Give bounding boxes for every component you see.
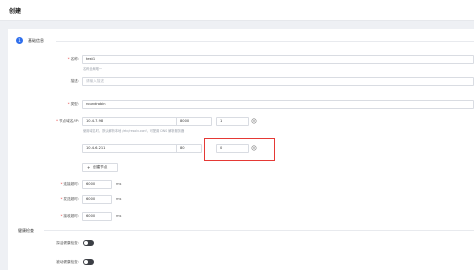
send-timeout-label: *发送超时: [60, 197, 79, 201]
page-title: 创建 [9, 8, 22, 15]
node-weight-input-2[interactable]: 0 [216, 144, 249, 153]
node-port-input-1[interactable]: 8000 [176, 117, 212, 126]
type-select[interactable]: roundrobin [82, 100, 474, 109]
name-hint: 名称全局唯一 [83, 67, 103, 71]
read-timeout-unit: ms [116, 214, 122, 218]
plus-icon: + [87, 165, 91, 170]
node-weight-input-1[interactable]: 1 [216, 117, 249, 126]
add-node-label: 创建节点 [93, 165, 108, 169]
name-row: *名称: [8, 55, 79, 64]
passive-check-row: 被动健康检查: [8, 258, 79, 267]
add-node-button[interactable]: + 创建节点 [82, 163, 118, 172]
desc-row: 描述: [8, 77, 79, 86]
name-label: *名称: [67, 57, 79, 61]
form-card: 1 基础信息 *名称: test1 名称全局唯一 描述: 请输入描述 *类型: … [8, 29, 474, 270]
page-header: 创建 [0, 0, 474, 21]
read-timeout-input[interactable]: 6000 [82, 212, 112, 221]
desc-label: 描述: [70, 79, 79, 83]
health-check-title: 健康检查 [18, 228, 34, 233]
connect-timeout-unit: ms [116, 182, 122, 186]
read-timeout-row: *接收超时: [8, 212, 79, 221]
node-remove-icon-1[interactable] [251, 118, 257, 124]
send-timeout-row: *发送超时: [8, 195, 79, 204]
section-divider [56, 41, 474, 42]
node-port-input-2[interactable]: 80 [176, 144, 202, 153]
nodes-label: *节点域名/IP: [56, 119, 79, 123]
read-timeout-label: *接收超时: [60, 214, 79, 218]
node-host-input-1[interactable]: 10.4.7.98 [82, 117, 182, 126]
health-divider [44, 230, 474, 231]
type-row: *类型: [8, 100, 79, 109]
node-host-input-2[interactable]: 10.4.6.211 [82, 144, 182, 153]
desc-input[interactable]: 请输入描述 [82, 77, 474, 86]
connect-timeout-label: *连接超时: [60, 182, 79, 186]
send-timeout-unit: ms [116, 197, 122, 201]
connect-timeout-row: *连接超时: [8, 180, 79, 189]
passive-check-label: 被动健康检查: [56, 260, 79, 264]
node-remove-icon-2[interactable] [251, 145, 257, 151]
active-check-row: 探活健康检查: [8, 239, 79, 248]
nodes-row: *节点域名/IP: [8, 117, 79, 126]
active-check-label: 探活健康检查: [56, 241, 79, 245]
name-input[interactable]: test1 [82, 55, 474, 64]
connect-timeout-input[interactable]: 6000 [82, 180, 112, 189]
passive-check-toggle[interactable] [83, 259, 94, 265]
nodes-hint: 使用域名时，默认解析本地 /etc/resolv.conf，可配置 DNS 解析… [83, 129, 185, 133]
type-label: *类型: [67, 102, 79, 106]
send-timeout-input[interactable]: 6000 [82, 195, 112, 204]
step-badge: 1 [16, 37, 23, 44]
active-check-toggle[interactable] [83, 240, 94, 246]
section-title: 基础信息 [28, 38, 44, 43]
